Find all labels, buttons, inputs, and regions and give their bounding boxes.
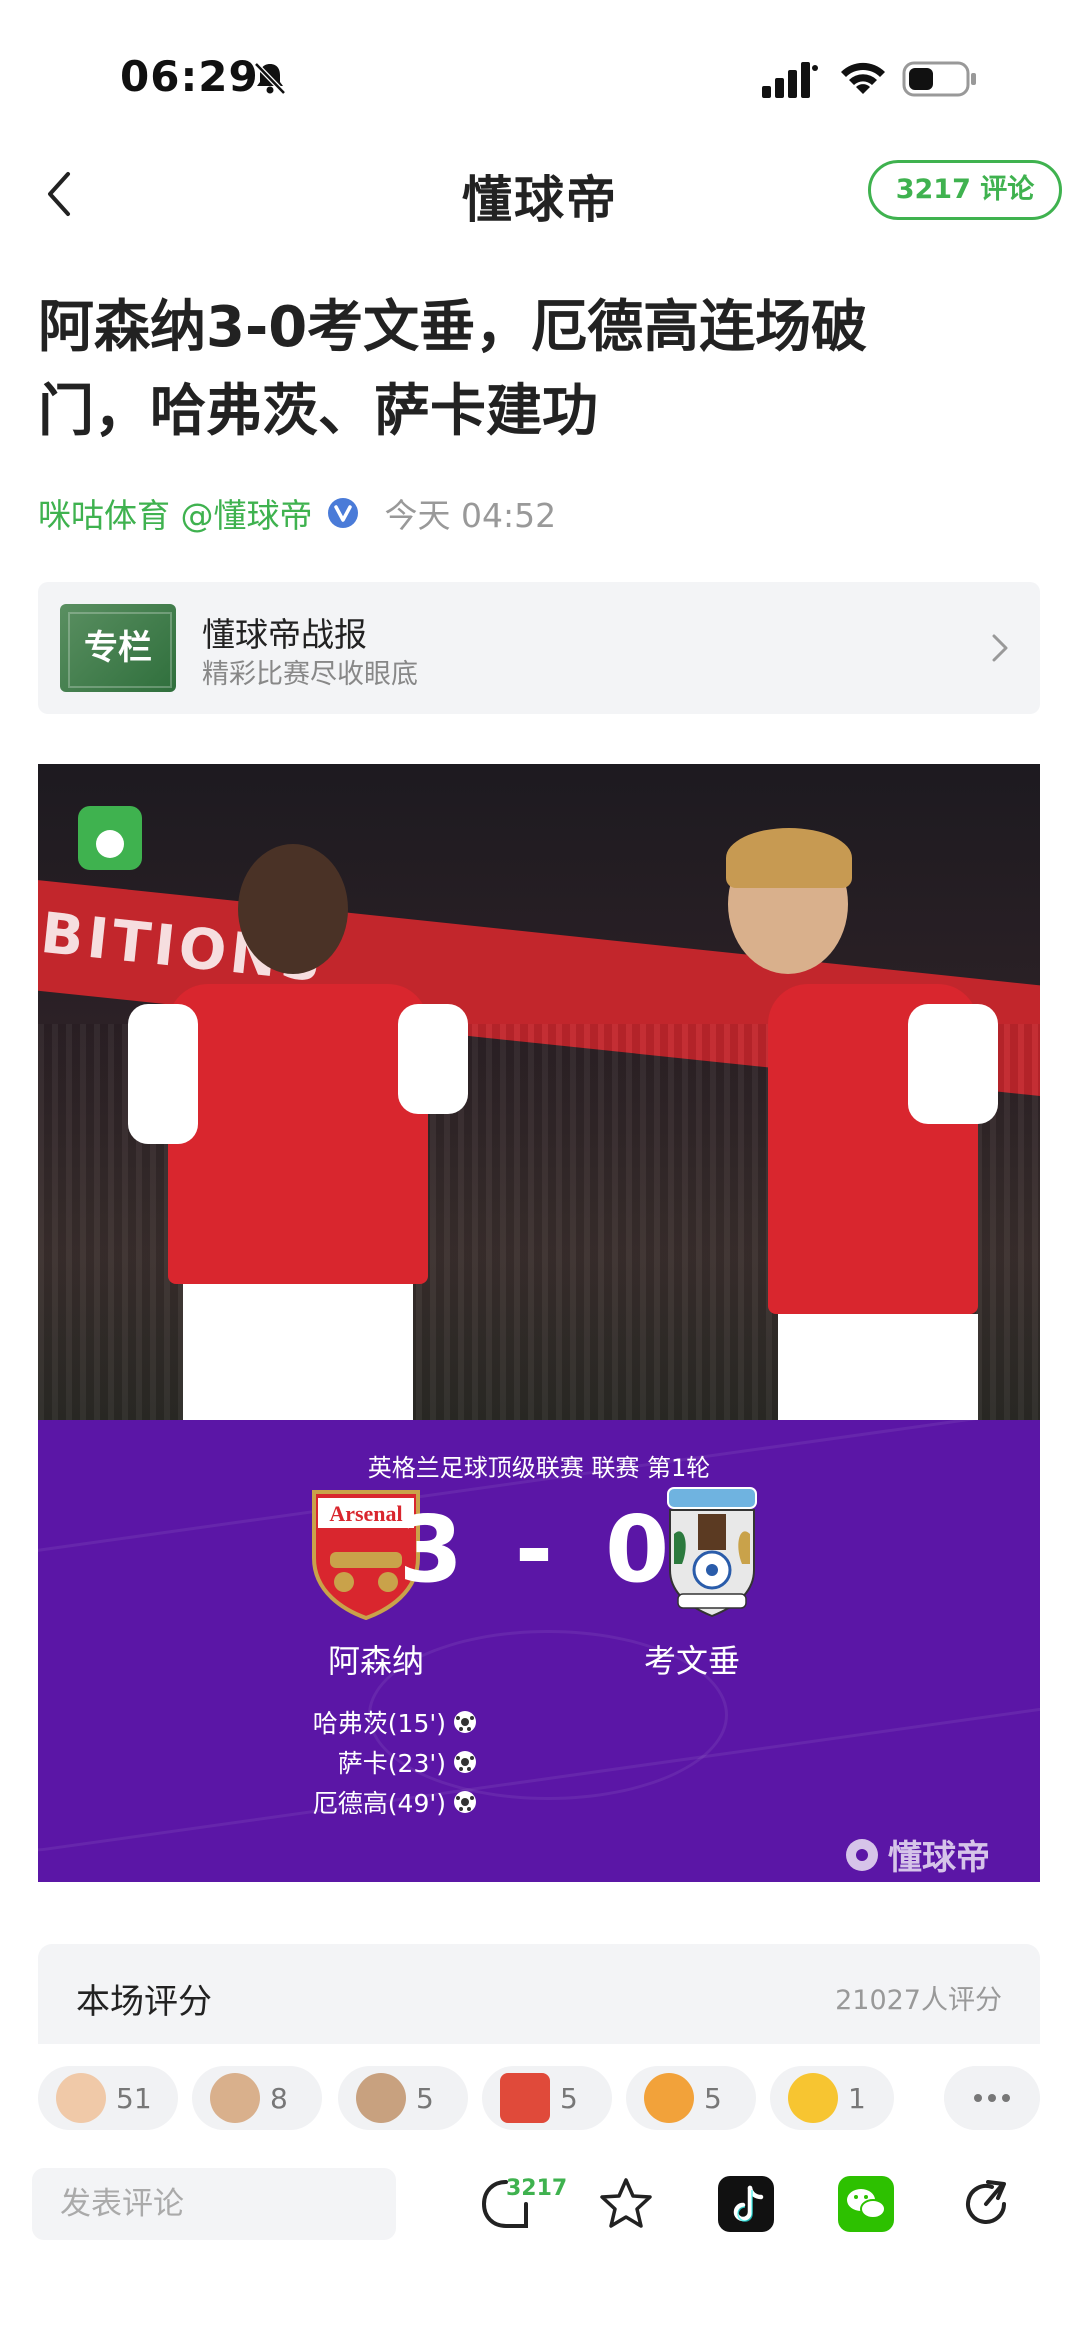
- author-link[interactable]: 咪咕体育 @懂球帝: [38, 489, 313, 537]
- reaction-count: 8: [270, 2081, 288, 2115]
- scorer-row: 萨卡(23'): [178, 1742, 478, 1782]
- app-logo-badge: [78, 806, 142, 870]
- reaction-count: 1: [848, 2081, 866, 2115]
- shirt-sleeve: [908, 1004, 998, 1124]
- reaction-button[interactable]: 5: [626, 2066, 756, 2130]
- column-card[interactable]: 专栏 懂球帝战报 精彩比赛尽收眼底: [38, 582, 1040, 714]
- football-icon: [96, 830, 124, 858]
- star-icon[interactable]: [596, 2174, 656, 2234]
- column-subtitle: 精彩比赛尽收眼底: [202, 659, 418, 690]
- scorer-row: 厄德高(49'): [178, 1782, 478, 1822]
- scorers-list: 哈弗茨(15') 萨卡(23') 厄德高(49'): [178, 1702, 478, 1822]
- battery-icon: [902, 61, 976, 97]
- player-shirt: [168, 984, 428, 1284]
- bell-muted-icon: [254, 62, 286, 95]
- scorer-text: 萨卡(23'): [337, 1749, 446, 1778]
- reaction-emoji-icon: [210, 2073, 260, 2123]
- reaction-emoji-icon: [788, 2073, 838, 2123]
- column-thumbnail-label: 专栏: [84, 628, 152, 668]
- more-reactions-button[interactable]: [944, 2066, 1040, 2130]
- article-title-line: 门，哈弗茨、萨卡建功: [38, 379, 598, 444]
- reaction-emoji-icon: [644, 2073, 694, 2123]
- reaction-count: 5: [704, 2081, 722, 2115]
- bottom-toolbar: 发表评论 3217: [0, 2152, 1080, 2347]
- article-title: 阿森纳3-0考文垂，厄德高连场破 门，哈弗茨、萨卡建功: [38, 286, 1038, 454]
- match-score: 3 - 0: [398, 1496, 680, 1603]
- rating-title: 本场评分: [76, 1982, 212, 2022]
- article-title-line: 阿森纳3-0考文垂，厄德高连场破: [38, 295, 868, 360]
- away-team-name: 考文垂: [644, 1642, 741, 1680]
- status-time: 06:29: [120, 52, 259, 101]
- player-right: [658, 828, 1018, 1420]
- football-icon: [454, 1791, 476, 1813]
- scorer-row: 哈弗茨(15'): [178, 1702, 478, 1742]
- nav-bar: 懂球帝 3217 评论: [0, 150, 1080, 270]
- shirt-sleeve: [128, 1004, 198, 1144]
- reaction-button[interactable]: 51: [38, 2066, 178, 2130]
- player-head: [238, 844, 348, 974]
- reaction-button[interactable]: 5: [338, 2066, 468, 2130]
- reaction-button[interactable]: 5: [482, 2066, 612, 2130]
- reaction-bar: 51 8 5 5 5 1: [0, 2046, 1080, 2152]
- scorer-text: 哈弗茨(15'): [312, 1709, 446, 1738]
- chevron-right-icon: [992, 634, 1008, 662]
- player-hair: [726, 828, 852, 888]
- wifi-icon: [841, 62, 885, 94]
- reaction-count: 51: [116, 2081, 152, 2115]
- scorer-text: 厄德高(49'): [312, 1789, 446, 1818]
- comment-input[interactable]: 发表评论: [32, 2168, 396, 2240]
- rating-count: 21027人评分: [835, 1985, 1002, 2016]
- home-team-name: 阿森纳: [328, 1642, 425, 1680]
- rating-card[interactable]: 本场评分 21027人评分: [38, 1944, 1040, 2044]
- tiktok-icon[interactable]: [716, 2174, 776, 2234]
- comment-count-button[interactable]: 3217 评论: [868, 160, 1062, 220]
- player-shorts: [778, 1314, 978, 1420]
- verified-icon: [327, 498, 358, 528]
- status-bar: 06:29: [0, 0, 1080, 150]
- shirt-sleeve: [398, 1004, 468, 1114]
- reaction-emoji-icon: [500, 2073, 550, 2123]
- reaction-emoji-icon: [356, 2073, 406, 2123]
- byline: 咪咕体育 @懂球帝 今天 04:52: [38, 488, 556, 538]
- watermark: 懂球帝: [844, 1830, 990, 1879]
- column-title: 懂球帝战报: [202, 615, 367, 654]
- column-thumbnail: 专栏: [60, 604, 176, 692]
- reaction-count: 5: [416, 2081, 434, 2115]
- match-photo: BITIONS: [38, 764, 1040, 1420]
- wechat-icon[interactable]: [836, 2174, 896, 2234]
- signal-icon: [762, 62, 818, 98]
- league-label: 英格兰足球顶级联赛 联赛 第1轮: [367, 1454, 711, 1482]
- player-left: [128, 844, 468, 1420]
- reaction-button[interactable]: 8: [192, 2066, 322, 2130]
- reaction-emoji-icon: [56, 2073, 106, 2123]
- player-shorts: [183, 1284, 413, 1420]
- share-icon[interactable]: [956, 2174, 1016, 2234]
- football-icon: [846, 1838, 878, 1871]
- score-panel: 英格兰足球顶级联赛 联赛 第1轮 Arsenal 3 - 0 阿森纳 考文垂 哈…: [38, 1420, 1040, 1882]
- reaction-count: 5: [560, 2081, 578, 2115]
- comment-count-badge: 3217: [506, 2176, 568, 2201]
- publish-time: 今天 04:52: [384, 496, 557, 535]
- football-icon: [454, 1711, 476, 1733]
- match-report-image[interactable]: BITIONS 英格兰足球顶级联赛 联赛 第1轮 Arsenal 3 - 0 阿…: [38, 764, 1040, 1882]
- reaction-button[interactable]: 1: [770, 2066, 894, 2130]
- watermark-text: 懂球帝: [888, 1838, 990, 1878]
- coventry-crest-icon: [667, 1487, 757, 1618]
- football-icon: [454, 1751, 476, 1773]
